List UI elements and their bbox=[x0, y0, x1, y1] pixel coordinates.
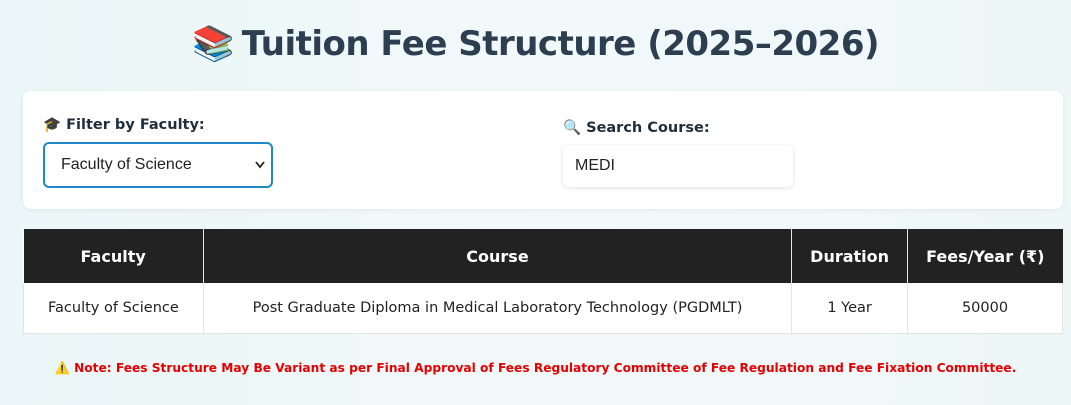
faculty-select-value: Faculty of Science bbox=[61, 156, 192, 173]
faculty-filter-label: 🎓 Filter by Faculty: bbox=[43, 116, 205, 133]
warning-icon: ⚠️ bbox=[54, 361, 70, 375]
cell-fees: 50000 bbox=[907, 283, 1063, 334]
magnifier-icon: 🔍 bbox=[563, 120, 582, 136]
page-title: 📚 Tuition Fee Structure (2025–2026) bbox=[0, 20, 1071, 68]
page-title-text: Tuition Fee Structure (2025–2026) bbox=[241, 24, 880, 64]
filter-panel: 🎓 Filter by Faculty: Faculty of Science … bbox=[23, 91, 1063, 209]
table-header-row: Faculty Course Duration Fees/Year (₹) bbox=[23, 229, 1063, 283]
table-row: Faculty of Science Post Graduate Diploma… bbox=[23, 283, 1063, 334]
column-header-faculty[interactable]: Faculty bbox=[23, 229, 204, 283]
search-course-input[interactable]: MEDI bbox=[563, 145, 793, 187]
column-header-course[interactable]: Course bbox=[203, 229, 793, 283]
faculty-select[interactable]: Faculty of Science bbox=[43, 142, 273, 188]
fee-note: ⚠️ Note: Fees Structure May Be Variant a… bbox=[0, 358, 1071, 378]
fee-note-text: Note: Fees Structure May Be Variant as p… bbox=[74, 361, 1017, 375]
chevron-down-icon bbox=[255, 144, 265, 203]
column-header-fees[interactable]: Fees/Year (₹) bbox=[907, 229, 1063, 283]
search-course-label: 🔍 Search Course: bbox=[563, 119, 710, 136]
graduation-cap-icon: 🎓 bbox=[43, 117, 62, 133]
search-course-label-text: Search Course: bbox=[586, 120, 710, 136]
cell-faculty: Faculty of Science bbox=[23, 283, 204, 334]
column-header-duration[interactable]: Duration bbox=[791, 229, 909, 283]
faculty-filter-label-text: Filter by Faculty: bbox=[66, 117, 205, 133]
search-course-value: MEDI bbox=[575, 157, 615, 174]
books-icon: 📚 bbox=[191, 24, 234, 64]
fee-table: Faculty Course Duration Fees/Year (₹) Fa… bbox=[23, 229, 1063, 334]
cell-course: Post Graduate Diploma in Medical Laborat… bbox=[202, 283, 793, 334]
cell-duration: 1 Year bbox=[791, 283, 909, 334]
